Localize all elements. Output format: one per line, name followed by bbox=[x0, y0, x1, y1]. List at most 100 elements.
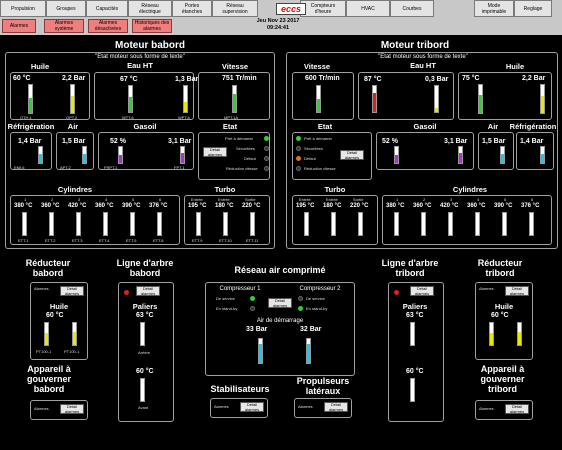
left-cyl-temp-3: 420 °C bbox=[68, 203, 87, 209]
ligne-bab-bar-avant bbox=[140, 378, 145, 402]
left-eauht-press-bar bbox=[183, 85, 188, 113]
ligne-tri-temp-arriere: 63 °C bbox=[406, 312, 424, 319]
right-detail-alarmes-button[interactable]: Détail alarmes bbox=[340, 150, 364, 160]
left-huile-temp-bar bbox=[28, 84, 33, 114]
red-bab-bar2 bbox=[72, 322, 77, 346]
reducteur-babord-title: Réducteur babord bbox=[25, 258, 71, 278]
comp2-service-led bbox=[298, 296, 303, 301]
left-cyl-num-5: 5 bbox=[132, 197, 135, 202]
right-etat-label: Etat bbox=[317, 122, 333, 131]
nav-mode-imprimable[interactable]: Mode imprimable bbox=[474, 0, 514, 17]
left-cyl-bar-3 bbox=[76, 212, 81, 236]
left-turbo-tag-1: ETT.9 bbox=[192, 238, 203, 243]
left-gasoil-press-bar bbox=[180, 146, 185, 164]
right-air-bar bbox=[500, 146, 505, 164]
ligne-arbre-tribord-title: Ligne d'arbre tribord bbox=[381, 258, 439, 278]
right-cylindres-label: Cylindres bbox=[452, 185, 488, 194]
reseau-air-title: Réseau air comprimé bbox=[234, 265, 326, 275]
nav-propulsion[interactable]: Propulsion bbox=[0, 0, 46, 17]
left-refrig-value: 1,4 Bar bbox=[18, 138, 42, 145]
left-turbo-label: Turbo bbox=[214, 185, 236, 194]
alarm-history-button[interactable]: Historiques des alarmes bbox=[132, 19, 172, 33]
left-vitesse-value: 751 Tr/min bbox=[222, 75, 257, 82]
right-refrig-label: Réfrigération bbox=[509, 122, 557, 131]
ligne-bab-detail-button[interactable]: Détail alarmes bbox=[136, 286, 160, 296]
nav-compteurs[interactable]: Compteurs d'heure bbox=[300, 0, 346, 17]
left-gasoil-pressure: 3,1 Bar bbox=[168, 138, 192, 145]
left-led-securite bbox=[264, 146, 269, 151]
right-air-value: 1,5 Bar bbox=[482, 138, 506, 145]
left-cyl-bar-4 bbox=[103, 212, 108, 236]
left-cyl-num-1: 1 bbox=[24, 197, 27, 202]
nav-groupes[interactable]: Groupes bbox=[46, 0, 86, 17]
left-cyl-num-6: 6 bbox=[159, 197, 162, 202]
left-led-defaut bbox=[264, 156, 269, 161]
right-cyl-num-1: 1 bbox=[396, 197, 399, 202]
right-turbo-label: Turbo bbox=[324, 185, 346, 194]
right-refrig-bar bbox=[540, 146, 545, 164]
nav-hvac[interactable]: HVAC bbox=[346, 0, 390, 17]
left-turbo-val-3: 220 °C bbox=[242, 203, 261, 209]
right-huile-press-bar bbox=[540, 84, 545, 114]
disabled-alarms-button[interactable]: Alarmes désactivées bbox=[88, 19, 128, 33]
left-etat-label: Etat bbox=[222, 122, 238, 131]
air-bar-2 bbox=[306, 338, 311, 364]
left-refrig-bar bbox=[38, 146, 43, 164]
left-cyl-temp-4: 360 °C bbox=[95, 203, 114, 209]
system-alarms-button[interactable]: Alarmes système bbox=[44, 19, 84, 33]
right-cyl-temp-6: 376 °C bbox=[521, 203, 540, 209]
ligne-bab-temp-avant: 60 °C bbox=[136, 368, 154, 375]
reseau-air-detail-button[interactable]: Détail alarmes bbox=[268, 298, 292, 308]
red-tri-detail-button[interactable]: Détail alarmes bbox=[505, 286, 529, 296]
nav-reseau-supervision[interactable]: Réseau supervision bbox=[212, 0, 258, 17]
red-bab-temp: 60 °C bbox=[46, 312, 64, 319]
left-cyl-bar-6 bbox=[157, 212, 162, 236]
left-turbo-lbl-3: Sortie bbox=[245, 197, 256, 202]
ligne-bab-alarm-led bbox=[124, 290, 129, 295]
left-cyl-tag-1: ETT.1 bbox=[18, 238, 29, 243]
left-cyl-tag-2: ETT.2 bbox=[45, 238, 56, 243]
nav-capacites[interactable]: Capacités bbox=[86, 0, 128, 17]
left-turbo-tag-3: ETT.11 bbox=[246, 238, 259, 243]
red-bab-detail-button[interactable]: Détail alarmes bbox=[60, 286, 84, 296]
red-tri-bar2 bbox=[517, 322, 522, 346]
red-tri-huile-label: Huile bbox=[494, 302, 514, 311]
propulseurs-detail-button[interactable]: Détail alarmes bbox=[324, 402, 348, 412]
nav-reglage[interactable]: Reglage bbox=[514, 0, 552, 17]
nav-reseau-electrique[interactable]: Réseau électrique bbox=[128, 0, 172, 17]
right-eauht-temp: 87 °C bbox=[364, 76, 382, 83]
appareil-babord-title: Appareil à gouverner babord bbox=[26, 364, 71, 394]
left-gasoil-percent: 52 % bbox=[110, 138, 126, 145]
right-huile-label: Huile bbox=[505, 62, 525, 71]
left-cyl-temp-5: 390 °C bbox=[122, 203, 141, 209]
left-turbo-val-2: 180 °C bbox=[215, 203, 234, 209]
appareil-tri-detail-button[interactable]: Détail alarmes bbox=[505, 404, 529, 414]
left-mode: Eau HT bbox=[127, 61, 153, 70]
right-cyl-temp-2: 360 °C bbox=[413, 203, 432, 209]
nav-portes-etanches[interactable]: Portes étanches bbox=[172, 0, 212, 17]
right-cyl-num-3: 3 bbox=[450, 197, 453, 202]
left-detail-alarmes-button[interactable]: Détail alarmes bbox=[203, 147, 227, 157]
left-cyl-tag-6: ETT.6 bbox=[153, 238, 164, 243]
right-status-text: "Etat moteur sous forme de texte" bbox=[378, 54, 468, 60]
right-turbo-bar-1 bbox=[304, 212, 309, 236]
right-cyl-bar-1 bbox=[394, 212, 399, 236]
right-cyl-bar-3 bbox=[448, 212, 453, 236]
nav-courbes[interactable]: Courbes bbox=[390, 0, 434, 17]
eccs-logo: eccs bbox=[276, 3, 306, 15]
left-cyl-num-2: 2 bbox=[51, 197, 54, 202]
left-turbo-lbl-1: Entrée bbox=[191, 197, 203, 202]
left-huile-temp: 60 °C bbox=[13, 75, 31, 82]
left-vitesse-label: Vitesse bbox=[221, 62, 249, 71]
right-cyl-temp-1: 380 °C bbox=[386, 203, 405, 209]
left-huile-label: Huile bbox=[30, 62, 50, 71]
ligne-tri-detail-button[interactable]: Détail alarmes bbox=[410, 286, 434, 296]
alarms-button[interactable]: Alarmes bbox=[2, 19, 36, 33]
right-eauht-pressure: 0,3 Bar bbox=[425, 76, 449, 83]
right-cyl-num-4: 4 bbox=[477, 197, 480, 202]
appareil-bab-detail-button[interactable]: Détail alarmes bbox=[60, 404, 84, 414]
left-turbo-val-1: 195 °C bbox=[188, 203, 207, 209]
right-cyl-num-5: 5 bbox=[504, 197, 507, 202]
stabilisateurs-detail-button[interactable]: Détail alarmes bbox=[240, 402, 264, 412]
right-cyl-temp-4: 360 °C bbox=[467, 203, 486, 209]
